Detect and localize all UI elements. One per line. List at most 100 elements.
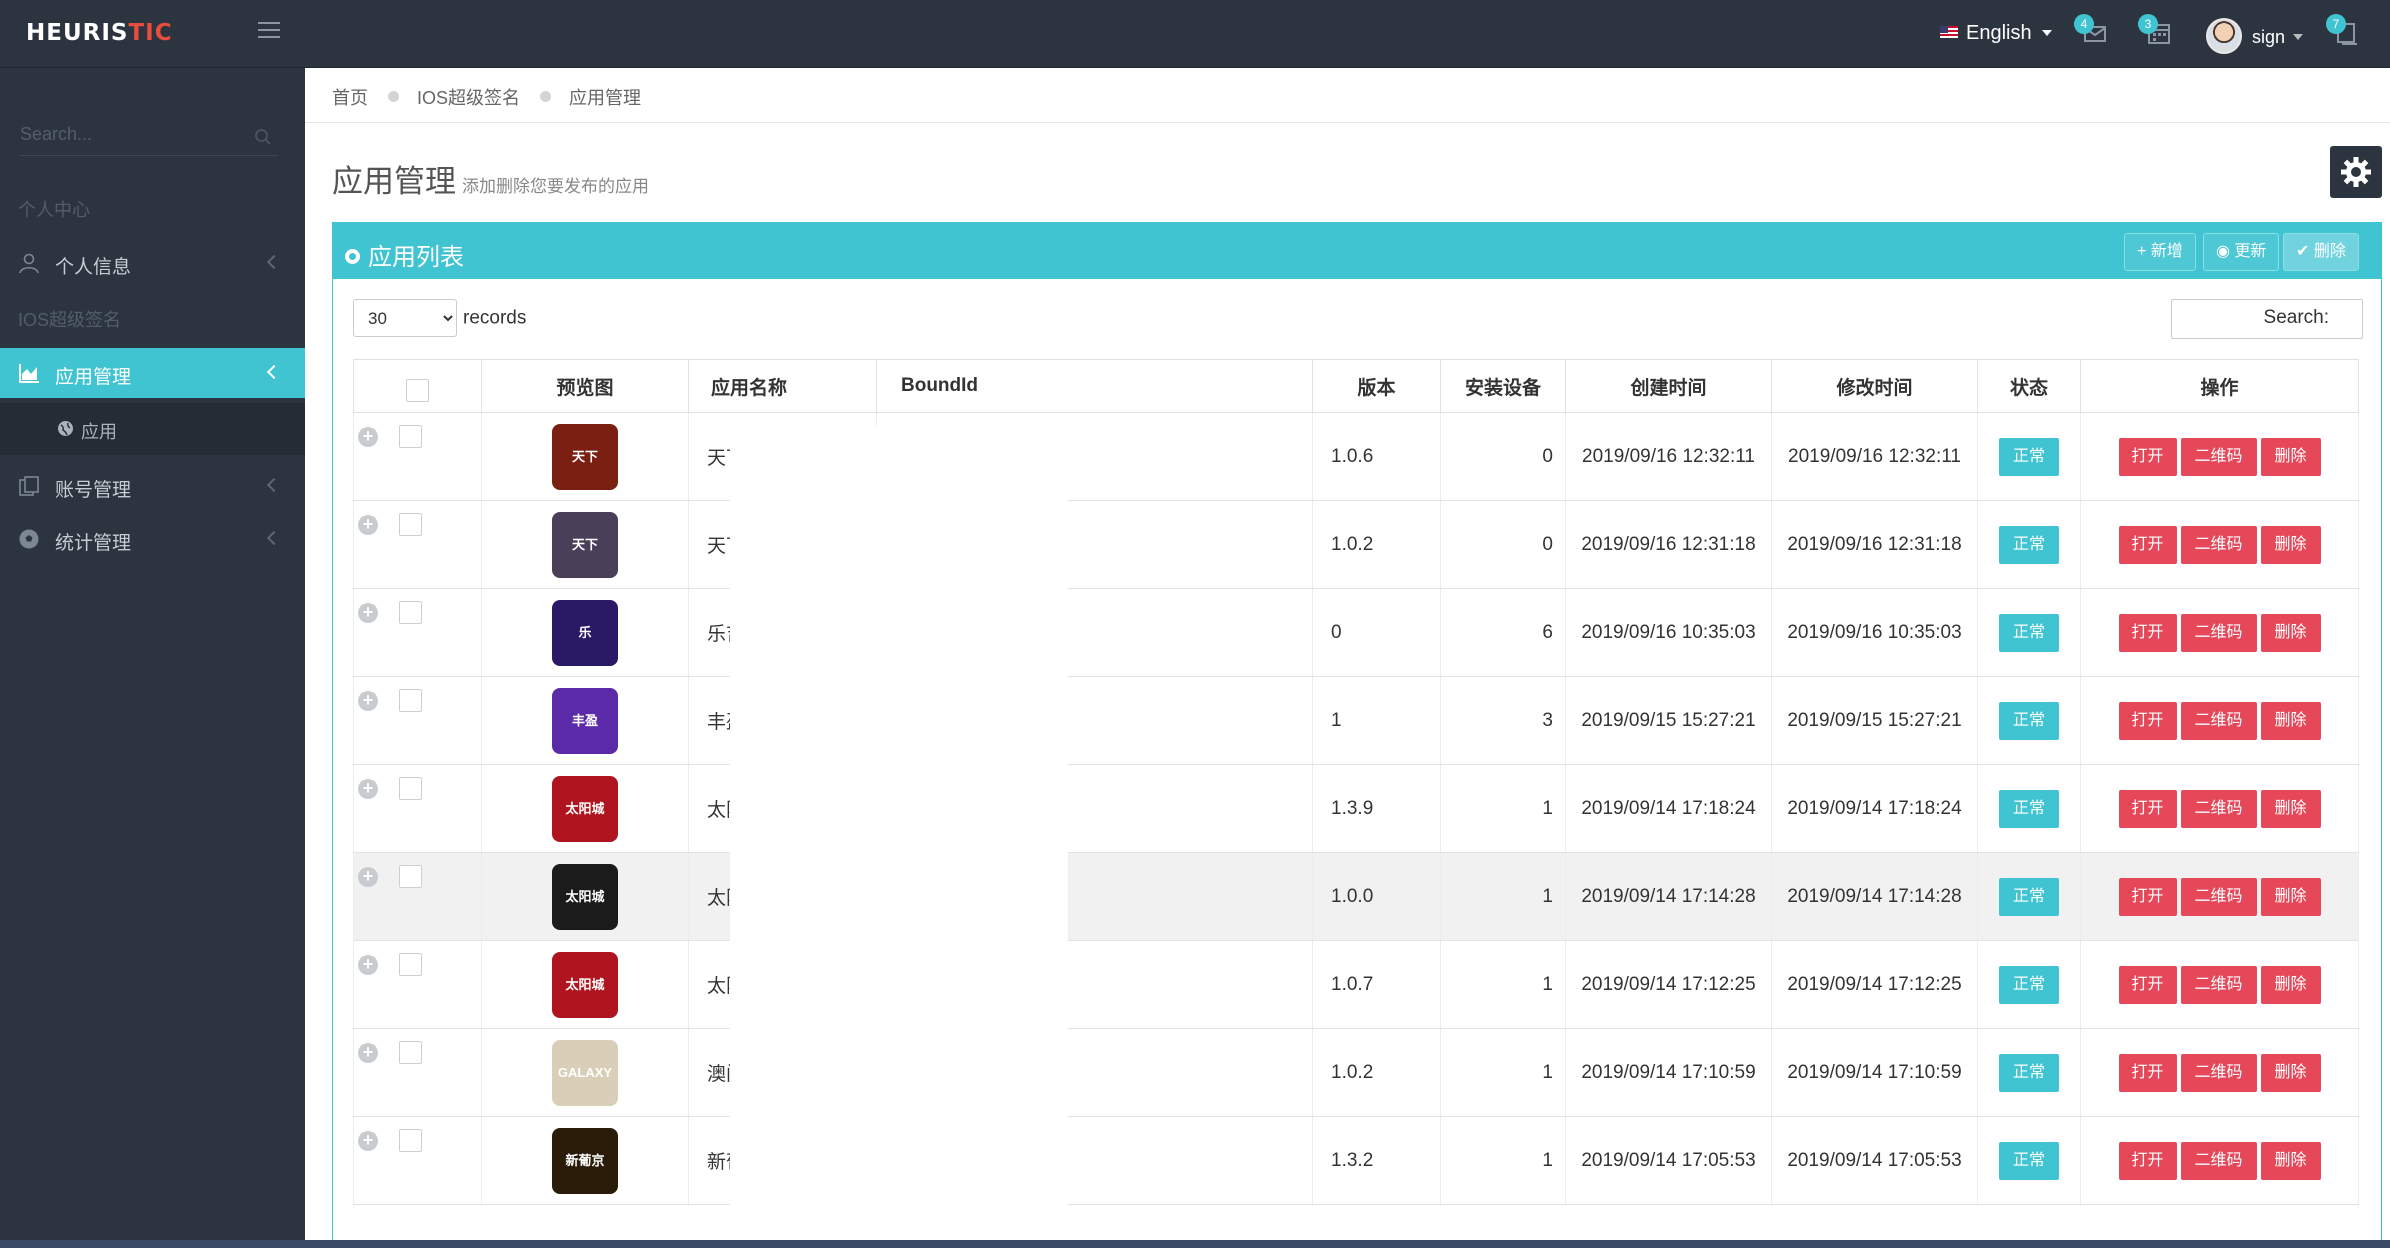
row-delete-button[interactable]: 删除 — [2260, 613, 2321, 652]
open-button[interactable]: 打开 — [2118, 877, 2177, 916]
mail-icon[interactable]: 4 — [2074, 14, 2108, 46]
expand-row-icon[interactable]: + — [358, 603, 378, 623]
bookmark-icon[interactable]: 7 — [2326, 14, 2360, 46]
expand-row-icon[interactable]: + — [358, 955, 378, 975]
row-checkbox[interactable] — [399, 865, 422, 888]
expand-row-icon[interactable]: + — [358, 427, 378, 447]
settings-button[interactable] — [2330, 146, 2382, 198]
calendar-icon[interactable]: 3 — [2138, 14, 2172, 46]
expand-row-icon[interactable]: + — [358, 1131, 378, 1151]
open-button[interactable]: 打开 — [2118, 789, 2177, 828]
open-button[interactable]: 打开 — [2118, 525, 2177, 564]
table-row[interactable]: + 乐乐吉 0 6 2019/09/16 10:35:03 2019/09/16 10:3… — [353, 588, 2359, 677]
row-delete-button[interactable]: 删除 — [2260, 789, 2321, 828]
page-length-select[interactable]: 30 — [353, 299, 457, 337]
qrcode-button[interactable]: 二维码 — [2180, 877, 2257, 916]
col-modified[interactable]: 修改时间 — [1771, 359, 1978, 413]
row-delete-button[interactable]: 删除 — [2260, 437, 2321, 476]
brand-logo[interactable]: HEURISTIC — [26, 20, 173, 46]
row-delete-button[interactable]: 删除 — [2260, 1141, 2321, 1180]
expand-row-icon[interactable]: + — [358, 691, 378, 711]
status-cell: 正常 — [1977, 1028, 2081, 1117]
status-badge: 正常 — [1999, 437, 2059, 476]
sidebar-item-account-manage[interactable]: 账号管理 — [0, 461, 305, 511]
expand-row-icon[interactable]: + — [358, 1043, 378, 1063]
table-row[interactable]: +丰盈丰盈yingtwo132019/09/15 15:27:212019/09… — [353, 676, 2359, 765]
sidebar-item-stats-manage[interactable]: 统计管理 — [0, 514, 305, 564]
open-button[interactable]: 打开 — [2118, 701, 2177, 740]
row-checkbox[interactable] — [399, 953, 422, 976]
expand-row-icon[interactable]: + — [358, 867, 378, 887]
user-avatar[interactable] — [2206, 18, 2242, 54]
row-checkbox[interactable] — [399, 425, 422, 448]
sidebar-subitem-app[interactable]: 应用 — [0, 403, 305, 455]
preview-cell: 丰盈 — [481, 676, 689, 765]
row-checkbox[interactable] — [399, 777, 422, 800]
expand-row-icon[interactable]: + — [358, 779, 378, 799]
qrcode-button[interactable]: 二维码 — [2180, 525, 2257, 564]
language-selector[interactable]: English — [1940, 22, 2052, 45]
table-row[interactable]: +太阳城太阳p1.0.712019/09/14 17:12:252019/09/… — [353, 940, 2359, 1029]
col-preview[interactable]: 预览图 — [481, 359, 689, 413]
row-checkbox[interactable] — [399, 601, 422, 624]
sidebar-search-input[interactable] — [20, 124, 240, 145]
update-button[interactable]: ◉ 更新 — [2203, 233, 2280, 271]
breadcrumb-ios[interactable]: IOS超级签名 — [417, 88, 520, 108]
actions-cell: 打开 二维码 删除 — [2080, 852, 2359, 941]
qrcode-button[interactable]: 二维码 — [2180, 437, 2257, 476]
row-delete-button[interactable]: 删除 — [2260, 965, 2321, 1004]
delete-button[interactable]: ✔ 删除 — [2283, 233, 2359, 271]
row-checkbox[interactable] — [399, 513, 422, 536]
qrcode-button[interactable]: 二维码 — [2180, 1053, 2257, 1092]
version-cell: 0 — [1312, 588, 1441, 677]
table-row[interactable]: +GALAXY澳门nyh1.0.212019/09/14 17:10:59201… — [353, 1028, 2359, 1117]
row-checkbox[interactable] — [399, 689, 422, 712]
qrcode-button[interactable]: 二维码 — [2180, 789, 2257, 828]
qrcode-button[interactable]: 二维码 — [2180, 613, 2257, 652]
breadcrumb-home[interactable]: 首页 — [332, 88, 368, 108]
row-checkbox[interactable] — [399, 1041, 422, 1064]
gear-icon — [2341, 157, 2371, 187]
qrcode-button[interactable]: 二维码 — [2180, 1141, 2257, 1180]
col-actions: 操作 — [2080, 359, 2359, 413]
table-search-input[interactable] — [2171, 299, 2363, 339]
open-button[interactable]: 打开 — [2118, 613, 2177, 652]
row-delete-button[interactable]: 删除 — [2260, 701, 2321, 740]
col-app-name[interactable]: 应用名称 — [688, 359, 877, 413]
menu-toggle-icon[interactable] — [258, 22, 280, 38]
add-button[interactable]: + 新增 — [2124, 233, 2196, 271]
table-row[interactable]: +太阳城太阳o1.3.912019/09/14 17:18:242019/09/… — [353, 764, 2359, 853]
row-delete-button[interactable]: 删除 — [2260, 877, 2321, 916]
expand-row-icon[interactable]: + — [358, 515, 378, 535]
row-checkbox[interactable] — [399, 1129, 422, 1152]
open-button[interactable]: 打开 — [2118, 1053, 2177, 1092]
table-row[interactable]: + 太阳城 太阳 1.0.0 1 2019/09/14 17:14:28 2019/09/1… — [353, 852, 2359, 941]
version-cell: 1.0.6 — [1312, 412, 1441, 501]
row-delete-button[interactable]: 删除 — [2260, 525, 2321, 564]
open-button[interactable]: 打开 — [2118, 965, 2177, 1004]
col-status[interactable]: 状态 — [1977, 359, 2081, 413]
table-row[interactable]: +天下天下qp1.0.602019/09/16 12:32:112019/09/… — [353, 412, 2359, 501]
panel-header: 应用列表 + 新增 ◉ 更新 ✔ 删除 — [333, 223, 2381, 279]
chevron-left-icon — [266, 254, 282, 270]
open-button[interactable]: 打开 — [2118, 1141, 2177, 1180]
search-icon[interactable] — [254, 128, 272, 146]
table-row[interactable]: + 新葡京 新葡 1.3.2 1 2019/09/14 17:05:53 2019/09/1… — [353, 1116, 2359, 1205]
col-created[interactable]: 创建时间 — [1565, 359, 1772, 413]
qrcode-button[interactable]: 二维码 — [2180, 965, 2257, 1004]
modified-cell: 2019/09/14 17:14:28 — [1771, 852, 1978, 941]
sidebar-item-personal-info[interactable]: 个人信息 — [0, 238, 305, 288]
col-version[interactable]: 版本 — [1312, 359, 1441, 413]
table-row[interactable]: +天下天下ap1.0.202019/09/16 12:31:182019/09/… — [353, 500, 2359, 589]
col-bound-id[interactable]: BoundId — [876, 359, 1313, 413]
qrcode-button[interactable]: 二维码 — [2180, 701, 2257, 740]
user-menu[interactable]: sign — [2252, 27, 2304, 48]
select-all-checkbox[interactable] — [406, 378, 429, 402]
globe-icon — [58, 421, 73, 436]
row-delete-button[interactable]: 删除 — [2260, 1053, 2321, 1092]
col-devices[interactable]: 安装设备 — [1440, 359, 1566, 413]
sidebar-item-app-manage[interactable]: 应用管理 — [0, 348, 305, 398]
open-button[interactable]: 打开 — [2118, 437, 2177, 476]
mail-badge: 4 — [2074, 14, 2094, 34]
preview-cell: 天下 — [481, 412, 689, 501]
